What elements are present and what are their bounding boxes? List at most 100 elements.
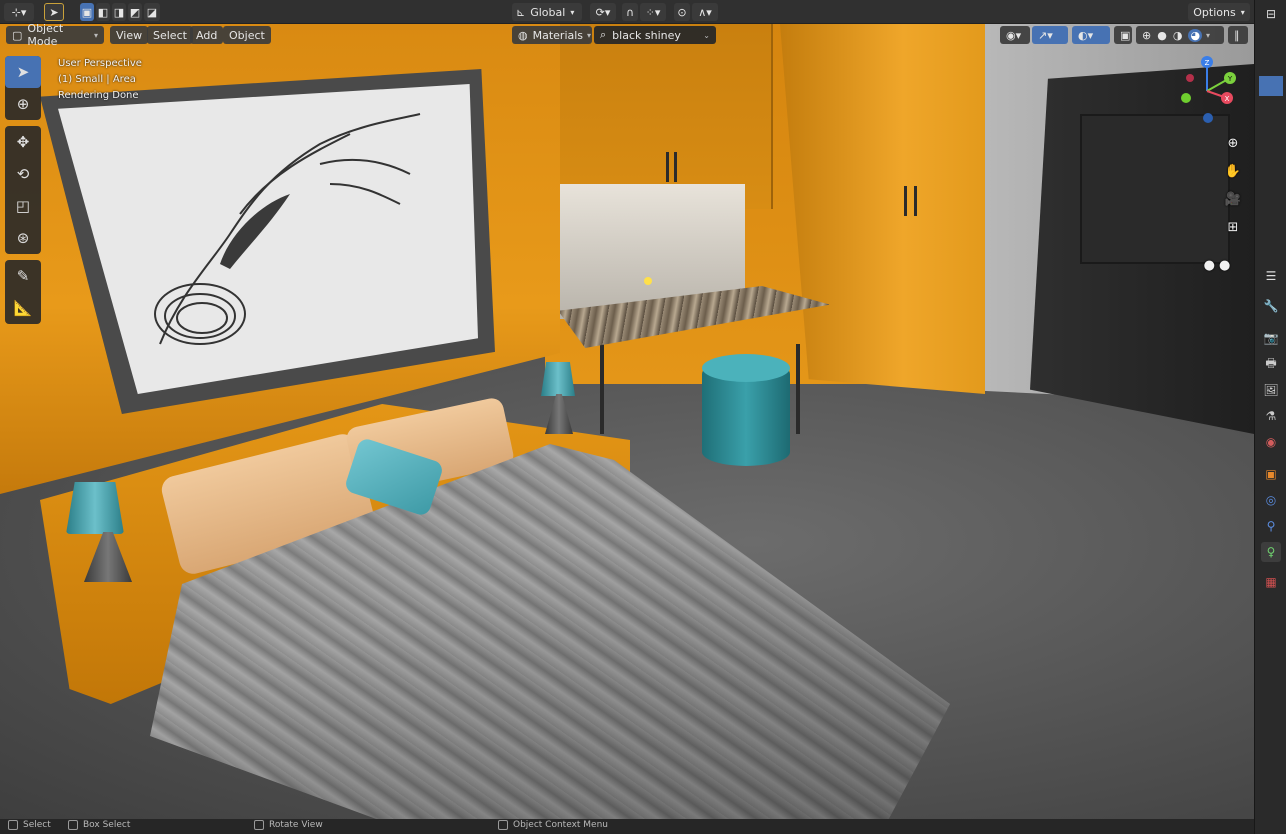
- overlays-toggle[interactable]: ◐▾: [1072, 26, 1110, 44]
- material-name-value: black shiney: [612, 28, 681, 42]
- modifiers-tab-icon[interactable]: ◎: [1261, 490, 1281, 510]
- tool-tab-icon[interactable]: 🔧: [1261, 296, 1281, 316]
- object-tab-icon[interactable]: ▣: [1261, 464, 1281, 484]
- zoom-icon: ⊕: [1227, 135, 1239, 151]
- proportional-edit-toggle[interactable]: ⊙: [674, 3, 690, 21]
- view-layer-tab-icon[interactable]: 🖼: [1261, 380, 1281, 400]
- object-mode-dropdown[interactable]: ▢ Object Mode ▾: [6, 24, 104, 48]
- neg-z-axis-handle[interactable]: [1203, 113, 1213, 123]
- outliner-icon[interactable]: ⊟: [1261, 4, 1281, 24]
- proportional-edit-icon: ⊙: [677, 5, 687, 19]
- cursor-select-icon: ➤: [49, 5, 59, 19]
- scene-tab-icon[interactable]: ⚗: [1261, 406, 1281, 426]
- snap-target-dropdown[interactable]: ⁘▾: [640, 3, 666, 21]
- active-tab-icon[interactable]: [1259, 76, 1283, 96]
- properties-tab-strip: ⊟ ☰ 🔧 📷 🖶 🖼 ⚗ ◉ ▣ ◎ ⚲ ♀ ▦: [1254, 0, 1286, 834]
- tool-shelf: ➤ ⊕ ✥ ⟲ ◰ ⊛ ✎ 📐: [5, 56, 41, 330]
- scale-icon: ◰: [15, 197, 31, 215]
- rotate-icon: ⟲: [16, 165, 30, 183]
- select-extend-icon: ◧: [97, 5, 109, 19]
- wardrobe-handle: [914, 186, 917, 216]
- scene-spheres: ● ●: [1194, 252, 1240, 278]
- xray-icon: ▣: [1120, 28, 1131, 42]
- material-slot-dropdown[interactable]: ◍ Materials ▾: [512, 26, 592, 44]
- sphere-icon: ● ●: [1203, 257, 1231, 273]
- status-select: Select: [8, 820, 51, 830]
- navigation-gizmo[interactable]: Z Y X: [1172, 56, 1242, 126]
- chevron-down-icon: ⌄: [703, 30, 710, 40]
- select-subtract-icon: ◨: [113, 5, 125, 19]
- gizmo-toggle[interactable]: ↗▾: [1032, 26, 1068, 44]
- menu-add[interactable]: Add: [190, 26, 224, 44]
- wireframe-shading-icon[interactable]: ⊕: [1142, 29, 1151, 42]
- select-invert-button[interactable]: ◩: [128, 3, 142, 21]
- solid-shading-icon[interactable]: ●: [1157, 29, 1167, 42]
- xray-toggle[interactable]: ▣: [1114, 26, 1132, 44]
- menu-object[interactable]: Object: [223, 26, 271, 44]
- select-mode-button[interactable]: ➤: [44, 3, 64, 21]
- neg-y-axis-handle[interactable]: [1181, 93, 1191, 103]
- status-box-select: Box Select: [68, 820, 130, 830]
- zoom-view-button[interactable]: ⊕: [1220, 130, 1246, 156]
- editor-type-button[interactable]: ⊹▾: [4, 3, 34, 21]
- output-tab-icon[interactable]: 🖶: [1261, 354, 1281, 374]
- menu-view[interactable]: View: [110, 26, 149, 44]
- select-intersect-button[interactable]: ◪: [144, 3, 160, 21]
- material-shading-icon[interactable]: ◑: [1173, 29, 1183, 42]
- scale-tool[interactable]: ◰: [5, 190, 41, 222]
- 3d-viewport[interactable]: User Perspective (1) Small | Area Render…: [0, 24, 1254, 819]
- neg-x-axis-handle[interactable]: [1186, 74, 1194, 82]
- cabinet-handle: [674, 152, 677, 182]
- menu-add-label: Add: [196, 28, 218, 42]
- cursor-tool[interactable]: ⊕: [5, 88, 41, 120]
- teal-pouf-top: [702, 354, 790, 382]
- render-tab-icon[interactable]: 📷: [1261, 328, 1281, 348]
- world-tab-icon[interactable]: ◉: [1261, 432, 1281, 452]
- upper-cabinet: [548, 24, 773, 209]
- shading-mode-group[interactable]: ⊕ ● ◑ ◕ ▾: [1136, 26, 1224, 44]
- transform-orientation-dropdown[interactable]: ⊾ Global ▾: [512, 3, 582, 21]
- snap-toggle[interactable]: ∩: [622, 3, 638, 21]
- menu-select-label: Select: [153, 28, 187, 42]
- select-new-button[interactable]: ▣: [80, 3, 94, 21]
- pan-view-button[interactable]: ✋: [1220, 158, 1246, 184]
- transform-orientation-value: Global: [530, 5, 566, 19]
- material-sphere-icon: ◍: [518, 28, 528, 42]
- select-tools-group: ➤ ⊕: [5, 56, 41, 120]
- tall-wardrobe: [780, 24, 985, 394]
- menu-select[interactable]: Select: [147, 26, 193, 44]
- properties-editor-icon[interactable]: ☰: [1261, 266, 1281, 286]
- camera-view-button[interactable]: 🎥: [1220, 186, 1246, 212]
- lamp-shade-right: [541, 362, 575, 396]
- select-extend-button[interactable]: ◧: [96, 3, 110, 21]
- material-search-field[interactable]: ⌕ black shiney ⌄: [594, 26, 716, 44]
- sidebar-toggle[interactable]: ∥: [1228, 26, 1248, 44]
- overlays-icon: ◐▾: [1078, 28, 1094, 42]
- mouse-right-icon: [498, 820, 508, 830]
- falloff-dropdown[interactable]: ∧▾: [692, 3, 718, 21]
- mouse-middle-icon: [254, 820, 264, 830]
- view-object-types-dropdown[interactable]: ◉▾: [1000, 26, 1030, 44]
- constraints-tab-icon[interactable]: ⚲: [1261, 516, 1281, 536]
- move-tool[interactable]: ✥: [5, 126, 41, 158]
- measure-tool[interactable]: 📐: [5, 292, 41, 324]
- chevron-down-icon: ▾: [93, 30, 98, 40]
- rendered-shading-icon[interactable]: ◕: [1188, 28, 1203, 42]
- chevron-down-icon: ▾: [1206, 30, 1211, 40]
- annotate-icon: ✎: [16, 267, 30, 285]
- cabinet-handle: [666, 152, 669, 182]
- chevron-down-icon: ▾: [1240, 7, 1245, 17]
- pivot-point-dropdown[interactable]: ⟳▾: [590, 3, 616, 21]
- ortho-toggle-button[interactable]: ⊞: [1220, 214, 1246, 240]
- light-object-icon[interactable]: [644, 277, 652, 285]
- select-subtract-button[interactable]: ◨: [112, 3, 126, 21]
- lamp-shade-left: [66, 482, 124, 534]
- select-box-tool[interactable]: ➤: [5, 56, 41, 88]
- options-dropdown[interactable]: Options ▾: [1188, 3, 1250, 21]
- rotate-tool[interactable]: ⟲: [5, 158, 41, 190]
- transform-tool[interactable]: ⊛: [5, 222, 41, 254]
- annotate-tool[interactable]: ✎: [5, 260, 41, 292]
- texture-tab-icon[interactable]: ▦: [1261, 572, 1281, 592]
- data-tab-icon[interactable]: ♀: [1261, 542, 1281, 562]
- status-box-select-label: Box Select: [83, 820, 131, 830]
